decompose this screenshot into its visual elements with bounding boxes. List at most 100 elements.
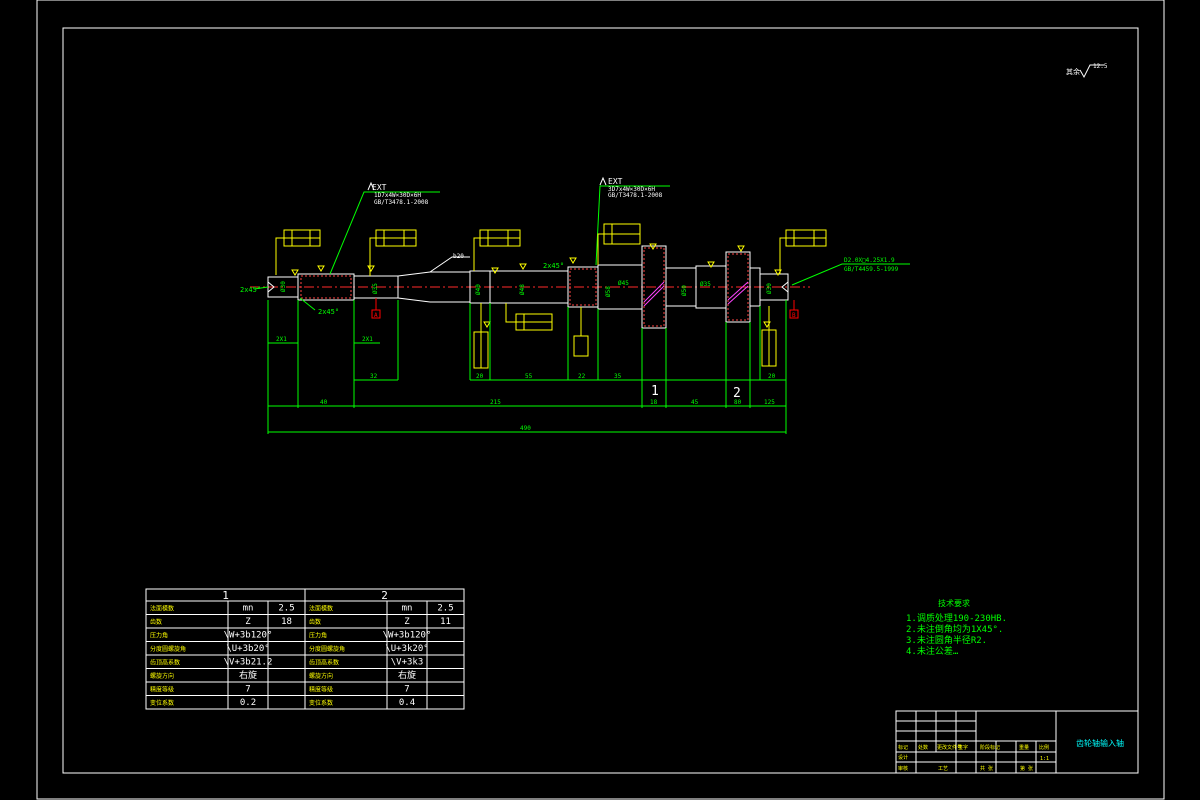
table-row-label: 压力角 [150, 632, 168, 640]
diameter-label: Ø40 [475, 284, 482, 295]
chamfer-label: 2x45° [240, 286, 261, 294]
outer-sheet-border [36, 0, 1165, 800]
table-row-symbol: \W+3b120° [224, 631, 273, 641]
table-row-value: 2.5 [437, 604, 453, 614]
dimension-lines [267, 300, 787, 434]
drawing-title: 齿轮轴输入轴 [1076, 738, 1124, 748]
thread-note-middle: EXT 3D7x4W×30D×6H GB/T3478.1-2008 [595, 176, 670, 266]
datum-a: A [371, 298, 381, 319]
table-row-label: 齿数 [309, 618, 321, 626]
table-row-label: 齿顶高系数 [309, 659, 339, 667]
tech-notes-title: 技术要求 [938, 598, 970, 608]
technical-requirements: 技术要求 1.调质处理190-230HB. 2.未注倒角均为1X45°. 3.未… [906, 598, 1007, 657]
table-row-label: 法面模数 [309, 605, 333, 613]
table-row-value: 2.5 [278, 604, 294, 614]
dimension-text: 2X1 2X1 32 20 55 22 35 20 40 215 18 45 8… [276, 336, 776, 432]
table-row-label: 齿顶高系数 [150, 659, 180, 667]
table-row-symbol: 7 [245, 685, 250, 695]
thread-symbol: EXT [608, 177, 623, 186]
dim-label: 20 [768, 373, 776, 380]
table-row-symbol: 右旋 [398, 669, 416, 681]
table-row-label: 螺旋方向 [150, 672, 174, 680]
table-row-symbol: mn [243, 604, 254, 614]
datum-a-label: A [374, 312, 378, 319]
surface-roughness-value: 12.5 [1093, 63, 1108, 70]
dim-label: 18 [650, 399, 658, 406]
dim-label: 55 [525, 373, 533, 380]
diameter-label: Ø30 [766, 283, 773, 294]
tb-cell: 处数 [918, 744, 928, 751]
table-row-label: 法面模数 [150, 605, 174, 613]
dim-label: 20 [476, 373, 484, 380]
table-row-label: 精度等级 [150, 686, 174, 694]
thread-line1: 1D7x4W×30D×6H [374, 192, 421, 199]
thread-line2: GB/T3478.1-2008 [608, 192, 663, 199]
tb-cell: 重量 [1019, 744, 1029, 751]
table-row-value: 11 [440, 617, 451, 627]
table-row-label: 齿数 [150, 618, 162, 626]
tech-note-item: 3.未注圆角半径R2. [906, 634, 987, 646]
tb-cell: 工艺 [938, 766, 948, 772]
dim-label: 22 [578, 373, 586, 380]
tb-cell: 审核 [898, 765, 908, 772]
dim-label: 32 [370, 373, 378, 380]
table-row-label: 变位系数 [150, 699, 174, 707]
gear-section-1: 1 [651, 384, 659, 399]
diameter-label: Ø50 [681, 285, 688, 296]
dim-label: 35 [614, 373, 622, 380]
dim-label: 215 [490, 399, 501, 406]
table-row-label: 螺旋方向 [309, 672, 333, 680]
chamfer-label: 2x45° [318, 308, 339, 316]
datum-b: B [789, 300, 799, 319]
datum-b-label: B [792, 312, 796, 319]
surface-roughness-label: 其余 [1066, 67, 1080, 76]
tech-note-item: 1.调质处理190-230HB. [906, 612, 1007, 624]
dim-label: 80 [734, 399, 742, 406]
table-row-label: 压力角 [309, 632, 327, 640]
dim-label: 40 [320, 399, 328, 406]
table-row-value: 18 [281, 617, 292, 627]
table-row-symbol: Z [245, 617, 251, 627]
table-row-symbol: \W+3b120° [383, 631, 432, 641]
table-row-symbol: Z [404, 617, 410, 627]
tb-cell: 标记 [898, 744, 908, 751]
surface-roughness-symbol: 其余 12.5 [1066, 63, 1108, 79]
table-row-symbol: 右旋 [239, 669, 257, 681]
tech-note-item: 4.未注公差… [906, 645, 959, 657]
diameter-label: Ø58 [605, 286, 612, 297]
thread-line1: D2.0X□4.25X1.9 [844, 257, 895, 264]
diameter-label: Ø48 [519, 284, 526, 295]
dim-label: 125 [764, 399, 775, 406]
thread-note-left: EXT 1D7x4W×30D×6H GB/T3478.1-2008 [329, 181, 440, 275]
table-row-symbol: 0.4 [399, 698, 415, 708]
tb-cell: 设计 [898, 754, 908, 761]
tb-cell: 比例 [1039, 744, 1049, 751]
diameter-label: Ø35 [700, 281, 711, 288]
tb-cell: 1:1 [1040, 756, 1049, 762]
gear-parameter-table: 1 2 法面模数 mn 2.5 法面模数 mn 2.5 齿数 Z 18 齿数 Z 11 压力角 \W+3b12… [145, 588, 465, 710]
diameter-label: Ø30 [280, 281, 287, 292]
thread-symbol: EXT [372, 183, 387, 192]
dim-label: 45 [691, 399, 699, 406]
tb-cell: 第 张 [1020, 765, 1033, 772]
diameter-label: Ø35 [372, 283, 379, 294]
chamfer-label: 2x45° [543, 262, 564, 270]
thread-line2: GB/T4459.5-1999 [844, 266, 899, 273]
dim-label-total: 490 [520, 425, 531, 432]
table-row-symbol: 7 [404, 685, 409, 695]
thread-note-right: D2.0X□4.25X1.9 GB/T4459.5-1999 [791, 257, 910, 286]
table-row-label: 变位系数 [309, 699, 333, 707]
table-header: 2 [381, 589, 388, 602]
table-row-symbol: 0.2 [240, 698, 256, 708]
table-row-symbol: \U+3k20° [385, 644, 428, 654]
diameter-label: Ø45 [618, 280, 629, 287]
tb-cell: 签字 [958, 744, 968, 751]
table-row-symbol: \U+3b20° [226, 644, 269, 654]
tech-note-item: 2.未注倒角均为1X45°. [906, 623, 1003, 635]
table-row-label: 分度圆螺旋角 [309, 645, 345, 653]
tb-cell: 阶段标记 [980, 744, 1000, 751]
dim-label: 2X1 [362, 336, 373, 343]
table-row-symbol: mn [402, 604, 413, 614]
table-header: 1 [222, 589, 229, 602]
cad-drawing-canvas: 其余 12.5 Ø30 Ø35 Ø40 Ø48 Ø58 Ø45 Ø50 Ø35 … [36, 0, 1165, 800]
